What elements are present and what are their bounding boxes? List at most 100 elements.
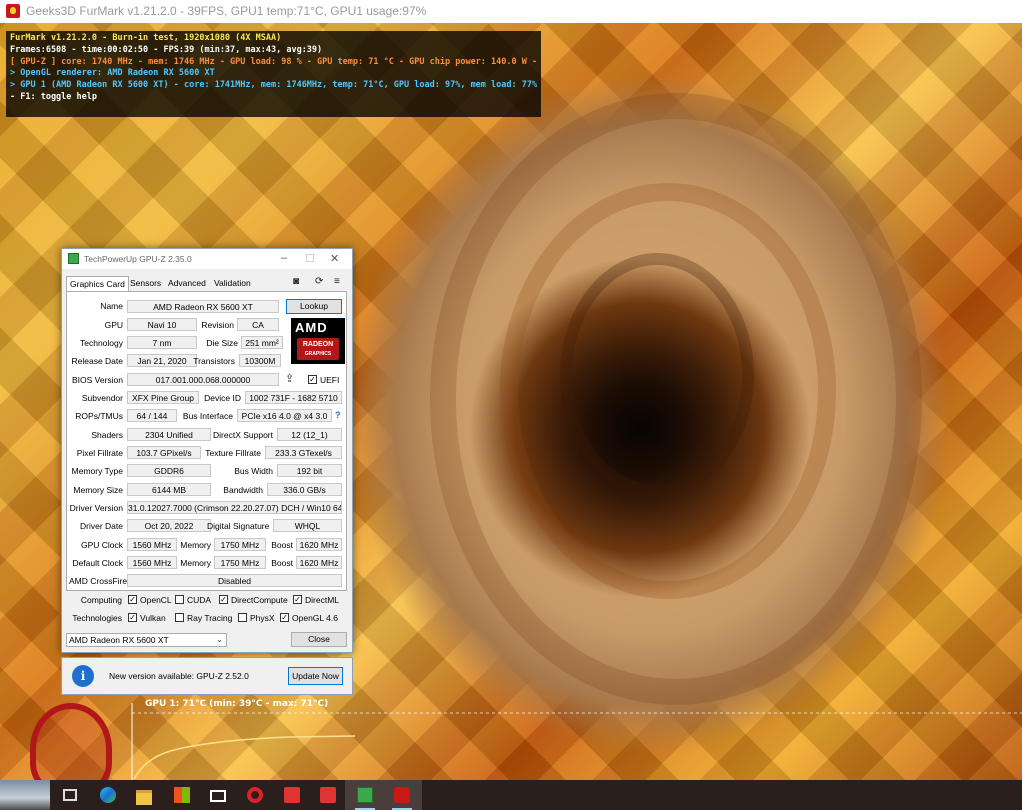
tab-validation[interactable]: Validation [211,276,254,290]
value-bus-width: 192 bit [277,464,342,477]
label-ray-tracing: Ray Tracing [187,613,233,623]
label-device-id: Device ID [204,393,241,403]
task-view-icon[interactable] [50,780,90,810]
app-red-2-icon[interactable] [308,780,348,810]
label-gpu-boost: Boost [271,540,293,550]
app-red-1-icon[interactable] [272,780,312,810]
start-landscape-thumbnail[interactable] [0,780,50,810]
tab-sensors[interactable]: Sensors [127,276,164,290]
overlay-line-title: FurMark v1.21.2.0 - Burn-in test, 1920x1… [10,33,282,43]
label-default-boost: Boost [271,558,293,568]
label-shaders: Shaders [91,430,123,440]
value-transistors: 10300M [239,354,281,367]
radeon-text: RADEON [302,341,334,348]
uefi-label: UEFI [320,375,340,385]
label-digital-signature: Digital Signature [207,521,270,531]
label-physx: PhysX [250,613,275,623]
gpuz-titlebar[interactable]: TechPowerUp GPU-Z 2.35.0 – ☐ ✕ [62,249,352,269]
furmark-titlebar[interactable]: Geeks3D FurMark v1.21.2.0 - 39FPS, GPU1 … [0,0,1022,24]
label-technologies: Technologies [72,613,122,623]
info-icon: i [72,665,94,687]
edge-icon[interactable] [88,780,128,810]
label-rops-tmus: ROPs/TMUs [75,411,123,421]
opera-icon[interactable] [235,780,275,810]
label-technology: Technology [79,338,123,348]
mail-icon[interactable] [198,780,238,810]
checkbox-directml: ✓ [293,595,302,604]
checkbox-opencl: ✓ [128,595,137,604]
value-directx-support: 12 (12_1) [277,428,342,441]
value-gpu-memory: 1750 MHz [214,538,266,551]
label-bus-width: Bus Width [234,466,273,476]
checkbox-ray-tracing [175,613,184,622]
label-directcompute: DirectCompute [231,595,288,605]
label-subvendor: Subvendor [81,393,123,403]
lookup-button[interactable]: Lookup [286,299,342,314]
gpuz-tabs: Graphics Card Sensors Advanced Validatio… [66,276,348,291]
gpu-select-value: AMD Radeon RX 5600 XT [69,635,169,645]
value-bios-version: 017.001.000.068.000000 [127,373,279,386]
label-cuda: CUDA [187,595,212,605]
value-subvendor: XFX Pine Group [127,391,199,404]
amd-logo-text: AMD [295,320,328,335]
amd-radeon-logo: AMD RADEON GRAPHICS [291,318,345,364]
value-driver-date: Oct 20, 2022 [127,519,211,532]
label-driver-date: Driver Date [80,521,123,531]
label-bios-version: BIOS Version [71,375,123,385]
help-icon[interactable]: ? [335,410,341,420]
value-device-id: 1002 731F - 1682 5710 [245,391,342,404]
windows-taskbar [0,780,1022,810]
refresh-icon[interactable]: ⟳ [315,276,323,287]
share-icon[interactable]: ⇪ [285,372,294,385]
graphics-text: GRAPHICS [304,351,332,357]
checkbox-cuda [175,595,184,604]
furmark-stats-overlay: FurMark v1.21.2.0 - Burn-in test, 1920x1… [6,31,541,117]
tab-advanced[interactable]: Advanced [165,276,209,290]
label-driver-version: Driver Version [69,503,123,513]
value-driver-version: 31.0.12027.7000 (Crimson 22.20.27.07) DC… [127,501,342,514]
value-default-boost: 1620 MHz [296,556,342,569]
value-digital-signature: WHQL [273,519,342,532]
value-revision: CA [237,318,279,331]
file-explorer-icon[interactable] [124,780,164,810]
overlay-line-gpuz: [ GPU-Z ] core: 1740 MHz - mem: 1746 MHz… [10,56,537,67]
store-icon[interactable] [162,780,202,810]
label-revision: Revision [201,320,234,330]
radeon-badge: RADEON GRAPHICS [297,338,339,360]
value-bandwidth: 336.0 GB/s [267,483,342,496]
overlay-line-gpu1: > GPU 1 (AMD Radeon RX 5600 XT) - core: … [10,80,537,91]
label-gpu-memory: Memory [180,540,211,550]
label-bus-interface: Bus Interface [182,411,233,421]
value-bus-interface: PCIe x16 4.0 @ x4 3.0 [237,409,332,422]
label-default-memory: Memory [180,558,211,568]
label-memory-type: Memory Type [71,466,123,476]
label-default-clock: Default Clock [72,558,123,568]
checkbox-vulkan: ✓ [128,613,137,622]
value-technology: 7 nm [127,336,197,349]
graphics-card-panel: Name AMD Radeon RX 5600 XT Lookup GPU Na… [66,291,347,591]
label-name: Name [100,301,123,311]
close-icon[interactable]: ✕ [330,252,339,265]
temperature-graph: GPU 1: 71°C (min: 39°C - max: 71°C) [130,695,1022,780]
furmark-icon[interactable] [382,780,422,810]
close-button[interactable]: Close [291,632,347,647]
value-gpu-boost: 1620 MHz [296,538,342,551]
menu-icon[interactable]: ≡ [334,276,340,287]
furmark-logo [30,703,112,780]
update-message: New version available: GPU-Z 2.52.0 [109,671,249,681]
gpuz-window[interactable]: TechPowerUp GPU-Z 2.35.0 – ☐ ✕ Graphics … [61,248,353,653]
fur-donut-ring [560,253,754,497]
label-release-date: Release Date [71,356,123,366]
label-transistors: Transistors [193,356,235,366]
update-now-button[interactable]: Update Now [288,667,343,685]
tab-graphics-card[interactable]: Graphics Card [66,276,129,291]
gpuz-icon[interactable] [345,780,385,810]
value-name: AMD Radeon RX 5600 XT [127,300,279,313]
checkbox-opengl: ✓ [280,613,289,622]
value-default-memory: 1750 MHz [214,556,266,569]
minimize-icon[interactable]: – [281,252,287,264]
gpu-select-dropdown[interactable]: AMD Radeon RX 5600 XT ⌄ [66,633,227,647]
label-directml: DirectML [305,595,340,605]
camera-icon[interactable]: ◙ [293,276,299,287]
label-opencl: OpenCL [140,595,172,605]
